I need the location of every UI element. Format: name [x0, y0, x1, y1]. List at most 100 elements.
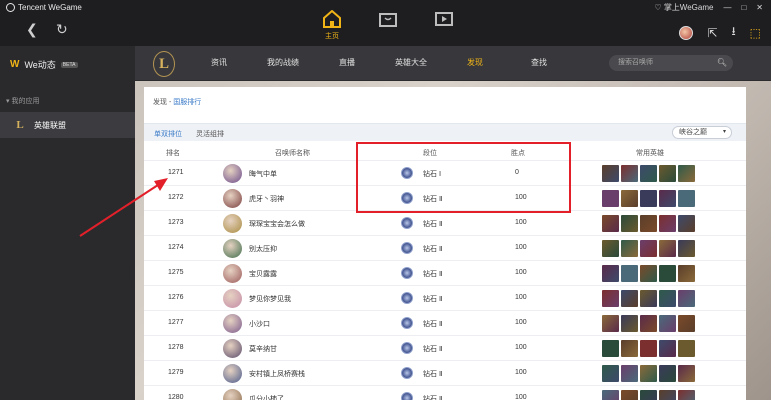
tab-video[interactable] — [416, 10, 472, 41]
hero-portrait[interactable] — [659, 165, 676, 182]
table-row[interactable]: 1272 虎牙丶羽神 钻石 Ⅱ 100 — [144, 185, 746, 210]
hero-portrait[interactable] — [621, 290, 638, 307]
hero-portrait[interactable] — [678, 390, 695, 400]
hero-portrait[interactable] — [678, 165, 695, 182]
user-avatar[interactable] — [679, 25, 694, 40]
search-icon[interactable]: 🔍︎ — [717, 58, 727, 67]
summoner-avatar[interactable] — [223, 339, 242, 358]
hero-portrait[interactable] — [621, 190, 638, 207]
hero-portrait[interactable] — [659, 390, 676, 400]
hero-portrait[interactable] — [640, 340, 657, 357]
hero-portrait[interactable] — [602, 340, 619, 357]
nav-search[interactable]: 查找 — [507, 57, 571, 68]
hero-portrait[interactable] — [621, 315, 638, 332]
gift-icon[interactable]: ⬚ — [750, 26, 761, 40]
hero-portrait[interactable] — [602, 390, 619, 400]
summoner-name[interactable]: 晦气中单 — [249, 169, 277, 179]
sidebar-item-lol[interactable]: L 英雄联盟 — [0, 112, 135, 138]
nav-news[interactable]: 资讯 — [187, 57, 251, 68]
hero-portrait[interactable] — [659, 340, 676, 357]
we-dynamic-entry[interactable]: W We动态 BETA — [10, 58, 78, 71]
tab-flex[interactable]: 灵活组排 — [196, 129, 224, 139]
hero-portrait[interactable] — [621, 340, 638, 357]
hero-portrait[interactable] — [678, 190, 695, 207]
summoner-avatar[interactable] — [223, 289, 242, 308]
hero-portrait[interactable] — [640, 315, 657, 332]
maximize-button[interactable]: □ — [741, 3, 746, 12]
hero-portrait[interactable] — [640, 290, 657, 307]
summoner-avatar[interactable] — [223, 189, 242, 208]
tab-solo-duo[interactable]: 单双排位 — [154, 129, 182, 139]
table-row[interactable]: 1277 小沙口 钻石 Ⅱ 100 — [144, 310, 746, 335]
hero-portrait[interactable] — [659, 190, 676, 207]
summoner-name[interactable]: 瓜分小柿了 — [249, 394, 284, 400]
mobile-wegame-link[interactable]: ♡ 掌上WeGame — [654, 2, 713, 13]
nav-heroes[interactable]: 英雄大全 — [379, 57, 443, 68]
hero-portrait[interactable] — [659, 240, 676, 257]
table-row[interactable]: 1275 宝贝露露 钻石 Ⅱ 100 — [144, 260, 746, 285]
tab-home[interactable]: 主页 — [304, 10, 360, 41]
table-row[interactable]: 1279 安村镇上凤桥赛栈 钻石 Ⅱ 100 — [144, 360, 746, 385]
table-row[interactable]: 1278 莫辛纳甘 钻石 Ⅱ 100 — [144, 335, 746, 360]
hero-portrait[interactable] — [602, 315, 619, 332]
table-row[interactable]: 1280 瓜分小柿了 钻石 Ⅱ 100 — [144, 385, 746, 400]
nav-discover[interactable]: 发现 — [443, 57, 507, 68]
refresh-icon[interactable]: ↻ — [56, 22, 68, 36]
summoner-name[interactable]: 莫辛纳甘 — [249, 344, 277, 354]
hero-portrait[interactable] — [621, 365, 638, 382]
hero-portrait[interactable] — [621, 240, 638, 257]
download-icon[interactable]: ⭳ — [731, 22, 735, 43]
hero-portrait[interactable] — [602, 265, 619, 282]
hero-portrait[interactable] — [602, 215, 619, 232]
table-row[interactable]: 1276 梦见你梦见我 钻石 Ⅱ 100 — [144, 285, 746, 310]
hero-portrait[interactable] — [659, 365, 676, 382]
hero-portrait[interactable] — [602, 365, 619, 382]
hero-portrait[interactable] — [678, 265, 695, 282]
table-row[interactable]: 1271 晦气中单 钻石 Ⅰ 0 — [144, 160, 746, 185]
summoner-name[interactable]: 别太压抑 — [249, 244, 277, 254]
hero-portrait[interactable] — [678, 365, 695, 382]
summoner-avatar[interactable] — [223, 164, 242, 183]
close-button[interactable]: ✕ — [756, 3, 763, 12]
hero-portrait[interactable] — [640, 190, 657, 207]
share-icon[interactable]: ⇱ — [707, 26, 717, 40]
minimize-button[interactable]: — — [723, 3, 731, 12]
hero-portrait[interactable] — [621, 215, 638, 232]
hero-portrait[interactable] — [678, 290, 695, 307]
hero-portrait[interactable] — [602, 240, 619, 257]
summoner-avatar[interactable] — [223, 214, 242, 233]
nav-my-record[interactable]: 我的战绩 — [251, 57, 315, 68]
hero-portrait[interactable] — [678, 240, 695, 257]
hero-portrait[interactable] — [678, 215, 695, 232]
table-row[interactable]: 1274 别太压抑 钻石 Ⅱ 100 — [144, 235, 746, 260]
summoner-name[interactable]: 琛琛宝宝会怎么做 — [249, 219, 305, 229]
nav-live[interactable]: 直播 — [315, 57, 379, 68]
summoner-avatar[interactable] — [223, 314, 242, 333]
table-row[interactable]: 1273 琛琛宝宝会怎么做 钻石 Ⅱ 100 — [144, 210, 746, 235]
hero-portrait[interactable] — [659, 265, 676, 282]
hero-portrait[interactable] — [640, 390, 657, 400]
summoner-avatar[interactable] — [223, 264, 242, 283]
hero-portrait[interactable] — [659, 215, 676, 232]
summoner-search-input[interactable]: 搜索召唤师 — [609, 55, 733, 71]
summoner-name[interactable]: 安村镇上凤桥赛栈 — [249, 369, 305, 379]
summoner-name[interactable]: 宝贝露露 — [249, 269, 277, 279]
hero-portrait[interactable] — [659, 290, 676, 307]
breadcrumb-root[interactable]: 发现 — [153, 99, 167, 106]
hero-portrait[interactable] — [640, 240, 657, 257]
hero-portrait[interactable] — [621, 390, 638, 400]
hero-portrait[interactable] — [640, 165, 657, 182]
summoner-name[interactable]: 虎牙丶羽神 — [249, 194, 284, 204]
summoner-avatar[interactable] — [223, 364, 242, 383]
hero-portrait[interactable] — [678, 315, 695, 332]
hero-portrait[interactable] — [621, 165, 638, 182]
hero-portrait[interactable] — [602, 290, 619, 307]
my-apps-header[interactable]: ▾ 我的应用 — [6, 96, 39, 106]
hero-portrait[interactable] — [640, 365, 657, 382]
hero-portrait[interactable] — [621, 265, 638, 282]
hero-portrait[interactable] — [602, 165, 619, 182]
summoner-name[interactable]: 小沙口 — [249, 319, 270, 329]
hero-portrait[interactable] — [602, 190, 619, 207]
hero-portrait[interactable] — [640, 265, 657, 282]
hero-portrait[interactable] — [678, 340, 695, 357]
